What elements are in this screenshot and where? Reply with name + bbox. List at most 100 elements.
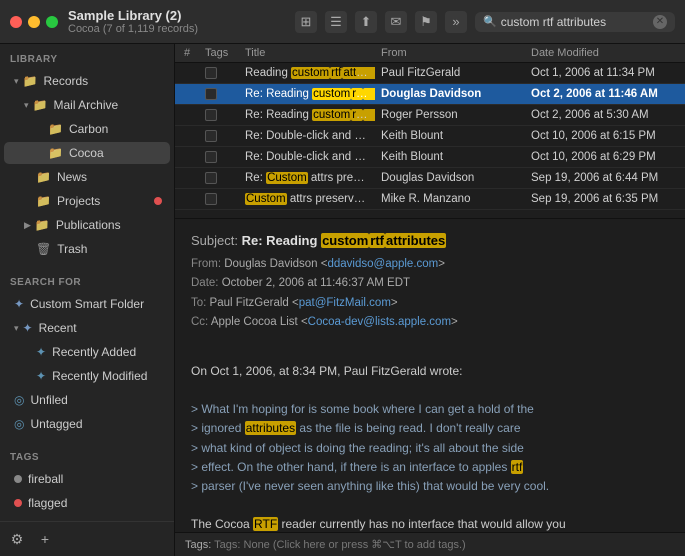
tags-bar[interactable]: Tags: Tags: None (Click here or press ⌘⌥… xyxy=(175,532,685,556)
maximize-button[interactable] xyxy=(46,16,58,28)
sidebar-item-label: Projects xyxy=(57,194,100,208)
sidebar-item-publications[interactable]: ▶ 📁 Publications xyxy=(4,214,170,236)
sidebar-item-label: Carbon xyxy=(69,122,108,136)
sidebar-item-custom-smart-folder[interactable]: ✦ Custom Smart Folder xyxy=(4,293,170,315)
row-num xyxy=(175,134,199,138)
traffic-lights xyxy=(10,16,58,28)
row-date: Oct 10, 2006 at 6:15 PM xyxy=(525,128,685,144)
sidebar-item-recently-added[interactable]: ✦ Recently Added xyxy=(4,341,170,363)
table-row[interactable]: Custom attrs preserved in RTF files? Mik… xyxy=(175,189,685,210)
chevron-icon: ▾ xyxy=(14,76,19,87)
sidebar-item-label: Records xyxy=(43,74,88,88)
tag-label: fireball xyxy=(28,472,63,486)
sidebar-item-label: Trash xyxy=(57,242,87,256)
table-row[interactable]: Re: Double-click and drag word in... Kei… xyxy=(175,126,685,147)
checkbox[interactable] xyxy=(205,88,217,100)
photo-icon[interactable]: ⊞ xyxy=(295,11,317,33)
table-row[interactable]: Re: Reading customrtfattributes Roger Pe… xyxy=(175,105,685,126)
folder-icon: 📁 xyxy=(23,74,38,88)
recent-icon: ✦ xyxy=(23,321,33,335)
quote-line: > What I'm hoping for is some book where… xyxy=(191,402,549,493)
sidebar-item-label: Recently Added xyxy=(52,345,136,359)
sidebar-item-cocoa[interactable]: 📁 Cocoa xyxy=(4,142,170,164)
sidebar-item-records[interactable]: ▾ 📁 Records xyxy=(4,70,170,92)
from-label: From: xyxy=(191,258,224,270)
content-area: # Tags Title From Date Modified Reading … xyxy=(175,44,685,556)
sidebar-item-tag-flagged[interactable]: flagged xyxy=(4,492,170,514)
table-row[interactable]: Re: Custom attrs preserved in RTF... Dou… xyxy=(175,168,685,189)
row-from: Paul FitzGerald xyxy=(375,65,525,81)
row-tags xyxy=(199,86,239,102)
sidebar-item-projects[interactable]: 📁 Projects xyxy=(4,190,170,212)
search-box[interactable]: 🔍 custom rtf attributes ✕ xyxy=(475,12,675,32)
sidebar-item-untagged[interactable]: ◎ Untagged xyxy=(4,413,170,435)
clock-icon: ✦ xyxy=(36,369,46,383)
sidebar-item-recent[interactable]: ▾ ✦ Recent xyxy=(4,317,170,339)
from-email-link[interactable]: ddavidso@apple.com xyxy=(327,258,438,270)
checkbox[interactable] xyxy=(205,67,217,79)
message-list: # Tags Title From Date Modified Reading … xyxy=(175,44,685,219)
col-header-from: From xyxy=(375,47,525,59)
sidebar-gear-icon[interactable]: ⚙ xyxy=(6,528,28,550)
cc-email-link[interactable]: Cocoa-dev@lists.apple.com xyxy=(308,316,451,328)
checkbox[interactable] xyxy=(205,193,217,205)
row-from: Mike R. Manzano xyxy=(375,191,525,207)
sidebar-item-label: News xyxy=(57,170,87,184)
toolbar-icons: ⊞ ☰ ⬆ ✉ ⚑ » xyxy=(295,11,467,33)
notification-badge xyxy=(154,197,162,205)
sidebar-item-unfiled[interactable]: ◎ Unfiled xyxy=(4,389,170,411)
checkbox[interactable] xyxy=(205,172,217,184)
highlight: Custom xyxy=(245,193,287,205)
sidebar-item-trash[interactable]: 🗑 Trash xyxy=(4,238,170,260)
date-label: Date: xyxy=(191,277,222,289)
tags-label: Tags: xyxy=(185,539,211,551)
smart-folder-icon: ✦ xyxy=(14,297,24,311)
sidebar-item-label: Mail Archive xyxy=(53,98,118,112)
trash-icon: 🗑 xyxy=(36,242,51,256)
note-icon[interactable]: ☰ xyxy=(325,11,347,33)
share-icon[interactable]: ⬆ xyxy=(355,11,377,33)
folder-icon: 📁 xyxy=(36,194,51,208)
sidebar-item-label: Custom Smart Folder xyxy=(30,297,144,311)
folder-icon: 📁 xyxy=(48,122,63,136)
col-header-num: # xyxy=(175,47,199,59)
sidebar-item-label: Unfiled xyxy=(30,393,67,407)
checkbox[interactable] xyxy=(205,151,217,163)
row-tags xyxy=(199,65,239,81)
sidebar-item-carbon[interactable]: 📁 Carbon xyxy=(4,118,170,140)
close-button[interactable] xyxy=(10,16,22,28)
sidebar-add-icon[interactable]: + xyxy=(34,528,56,550)
subject-highlight: custom xyxy=(321,233,369,248)
detail-date: October 2, 2006 at 11:46:37 AM EDT xyxy=(222,277,410,289)
row-title: Re: Reading customrtfattributes xyxy=(239,107,375,123)
checkbox[interactable] xyxy=(205,109,217,121)
minimize-button[interactable] xyxy=(28,16,40,28)
table-row[interactable]: Re: Reading customrtfattributes Douglas … xyxy=(175,84,685,105)
main-layout: Library ▾ 📁 Records ▾ 📁 Mail Archive 📁 C… xyxy=(0,44,685,556)
sidebar-item-mail-archive[interactable]: ▾ 📁 Mail Archive xyxy=(4,94,170,116)
detail-header: Subject: Re: Reading customrtfattributes… xyxy=(191,231,669,333)
table-row[interactable]: Re: Double-click and drag word in... Kei… xyxy=(175,147,685,168)
detail-meta-date: Date: October 2, 2006 at 11:46:37 AM EDT xyxy=(191,274,669,294)
folder-icon: 📁 xyxy=(48,146,63,160)
more-icon[interactable]: » xyxy=(445,11,467,33)
flag-icon[interactable]: ⚑ xyxy=(415,11,437,33)
subject-highlight: rtf xyxy=(369,233,385,248)
detail-body: On Oct 1, 2006, at 8:34 PM, Paul FitzGer… xyxy=(191,343,669,532)
tag-color-dot xyxy=(14,499,22,507)
row-tags xyxy=(199,170,239,186)
message-detail: Subject: Re: Reading customrtfattributes… xyxy=(175,219,685,532)
table-row[interactable]: Reading customrtfattributes Paul FitzGer… xyxy=(175,63,685,84)
row-num xyxy=(175,155,199,159)
window-title: Sample Library (2) xyxy=(68,8,295,23)
highlight: rtf xyxy=(330,67,342,79)
sidebar-item-tag-fireball[interactable]: fireball xyxy=(4,468,170,490)
window-info: Sample Library (2) Cocoa (7 of 1,119 rec… xyxy=(68,8,295,35)
to-email-link[interactable]: pat@FitzMail.com xyxy=(299,297,391,309)
checkbox[interactable] xyxy=(205,130,217,142)
search-clear-button[interactable]: ✕ xyxy=(653,15,667,29)
mail-icon[interactable]: ✉ xyxy=(385,11,407,33)
sidebar-item-news[interactable]: 📁 News xyxy=(4,166,170,188)
sidebar-item-recently-modified[interactable]: ✦ Recently Modified xyxy=(4,365,170,387)
col-header-title: Title xyxy=(239,47,375,59)
